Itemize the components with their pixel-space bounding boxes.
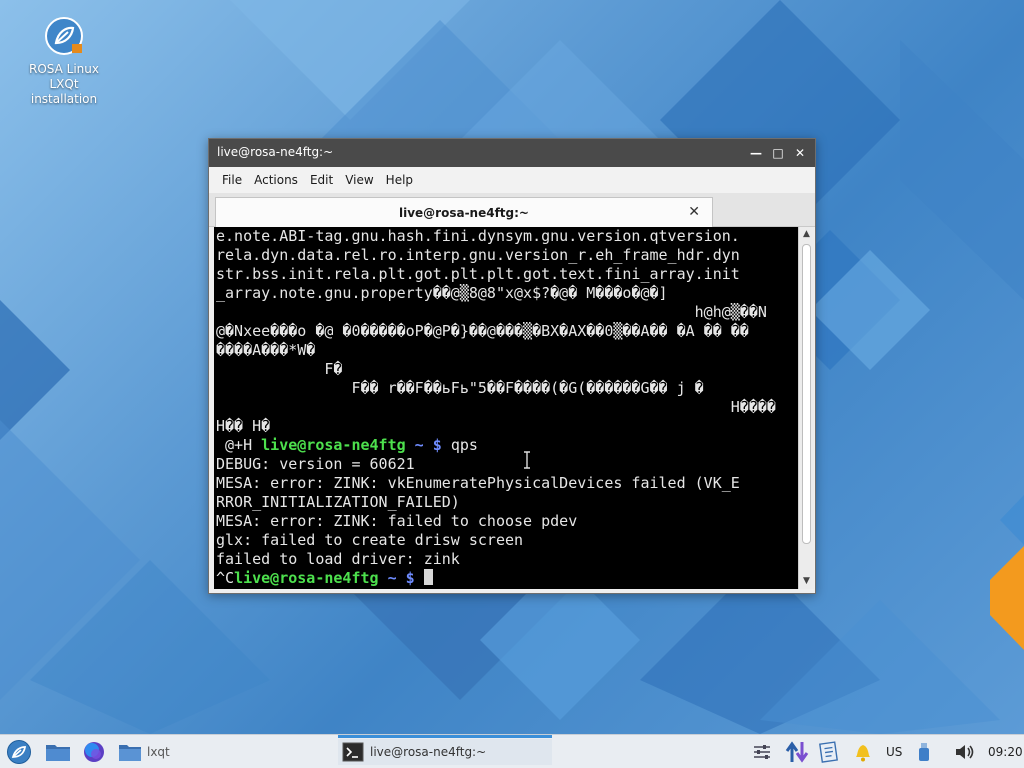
network-tray[interactable] xyxy=(784,739,812,765)
usb-drive-icon xyxy=(919,743,929,761)
terminal-line: rela.dyn.data.rel.ro.interp.gnu.version_… xyxy=(216,246,740,264)
clipboard-tray[interactable] xyxy=(818,739,842,765)
window-title: live@rosa-ne4ftg:~ xyxy=(217,145,334,159)
prompt-command: qps xyxy=(450,436,478,454)
notifications-tray[interactable] xyxy=(852,739,876,765)
removable-media-tray[interactable] xyxy=(918,739,938,765)
file-manager-launcher[interactable] xyxy=(44,739,74,765)
main-menu-button[interactable] xyxy=(6,739,36,765)
terminal-tab-label: live@rosa-ne4ftg:~ xyxy=(398,206,529,220)
terminal-window: live@rosa-ne4ftg:~ — □ ✕ File Actions Ed… xyxy=(208,138,816,594)
prompt-user: live@rosa-ne4ftg xyxy=(261,436,406,454)
ibeam-cursor-icon xyxy=(524,451,530,469)
close-button[interactable]: ✕ xyxy=(791,144,809,162)
prompt-line: @+H live@rosa-ne4ftg ~ $ qps xyxy=(216,436,798,455)
terminal-icon xyxy=(342,742,364,762)
desktop-icon-label-line: ROSA Linux xyxy=(29,62,99,76)
prompt-prefix: ^C xyxy=(216,569,235,587)
terminal-line: H���� xyxy=(216,398,776,416)
terminal-tab[interactable]: live@rosa-ne4ftg:~ ✕ xyxy=(215,197,713,227)
task-folder-lxqt[interactable]: lxqt xyxy=(118,739,198,765)
maximize-button[interactable]: □ xyxy=(769,144,787,162)
scrollbar-thumb[interactable] xyxy=(802,244,811,544)
bell-icon xyxy=(856,745,870,762)
terminal-line: F� xyxy=(216,360,343,378)
volume-tray[interactable] xyxy=(954,739,978,765)
output-line: MESA: error: ZINK: vkEnumeratePhysicalDe… xyxy=(216,474,740,492)
output-line: failed to load driver: zink xyxy=(216,550,460,568)
rosa-menu-icon xyxy=(7,740,31,764)
desktop-icon-rosa-installer[interactable]: ROSA Linux LXQt installation xyxy=(22,16,106,107)
network-transfer-icon xyxy=(785,741,809,763)
terminal-line: F�� r��F��ьFь"5��F����(�G(������G�� j � xyxy=(216,379,704,397)
task-folder-label: lxqt xyxy=(147,745,170,759)
window-titlebar[interactable]: live@rosa-ne4ftg:~ — □ ✕ xyxy=(209,139,815,167)
prompt-line: ^Clive@rosa-ne4ftg ~ $ xyxy=(216,569,798,588)
prompt-path: ~ $ xyxy=(405,436,451,454)
sliders-icon xyxy=(754,745,770,759)
output-line: RROR_INITIALIZATION_FAILED) xyxy=(216,493,460,511)
terminal-line: str.bss.init.rela.plt.got.plt.plt.got.te… xyxy=(216,265,740,283)
tab-close-icon[interactable]: ✕ xyxy=(688,204,700,220)
menu-help[interactable]: Help xyxy=(381,170,418,190)
desktop-icon-label-line: LXQt xyxy=(49,77,79,91)
scroll-down-icon[interactable]: ▼ xyxy=(799,574,814,589)
prompt-prefix: @+H xyxy=(216,436,262,454)
terminal-line: H�� H� xyxy=(216,417,271,435)
tab-bar: live@rosa-ne4ftg:~ ✕ xyxy=(209,193,815,227)
task-terminal-label: live@rosa-ne4ftg:~ xyxy=(370,745,487,759)
window-controls: — □ ✕ xyxy=(747,144,809,162)
terminal-line: e.note.ABI-tag.gnu.hash.fini.dynsym.gnu.… xyxy=(216,227,740,245)
active-task-indicator xyxy=(338,735,552,738)
folder-icon xyxy=(46,745,70,761)
vertical-scrollbar[interactable]: ▲ ▼ xyxy=(798,227,814,589)
speaker-icon xyxy=(956,745,974,759)
text-cursor xyxy=(423,569,433,585)
output-line: MESA: error: ZINK: failed to choose pdev xyxy=(216,512,578,530)
menu-file[interactable]: File xyxy=(217,170,247,190)
terminal-line: ����A���*W� xyxy=(216,341,316,359)
notes-icon xyxy=(819,741,838,763)
browser-icon xyxy=(84,742,104,762)
prompt-path: ~ $ xyxy=(378,569,424,587)
menu-view[interactable]: View xyxy=(340,170,378,190)
desktop-icon-label-line: installation xyxy=(30,92,98,106)
menu-actions[interactable]: Actions xyxy=(249,170,303,190)
desktop-icon-label: ROSA Linux LXQt installation xyxy=(22,62,106,107)
mixer-settings-tray[interactable] xyxy=(752,739,776,765)
terminal-line: h@h@▒��N xyxy=(216,303,767,321)
folder-icon xyxy=(119,745,141,761)
output-line: glx: failed to create drisw screen xyxy=(216,531,524,549)
terminal-line: _array.note.gnu.property��@▒8@8"x@x$?�@�… xyxy=(216,284,668,302)
minimize-button[interactable]: — xyxy=(747,144,765,162)
menu-edit[interactable]: Edit xyxy=(305,170,338,190)
output-line: DEBUG: version = 60621 xyxy=(216,455,415,473)
clock[interactable]: 09:20 xyxy=(988,739,1024,765)
prompt-user: live@rosa-ne4ftg xyxy=(234,569,379,587)
menu-bar: File Actions Edit View Help xyxy=(209,167,815,193)
terminal-line: @�Nxee���o �@ �0�����oP�@P�}��@���▒�BX�A… xyxy=(216,322,749,340)
rosa-installer-icon xyxy=(44,16,84,56)
browser-launcher[interactable] xyxy=(82,739,110,765)
task-terminal[interactable]: live@rosa-ne4ftg:~ xyxy=(338,739,552,765)
terminal-output[interactable]: e.note.ABI-tag.gnu.hash.fini.dynsym.gnu.… xyxy=(214,227,798,589)
scroll-up-icon[interactable]: ▲ xyxy=(799,227,814,242)
keyboard-layout-indicator[interactable]: US xyxy=(886,739,908,765)
taskbar: lxqt live@rosa-ne4ftg:~ US 09:20 xyxy=(0,734,1024,768)
